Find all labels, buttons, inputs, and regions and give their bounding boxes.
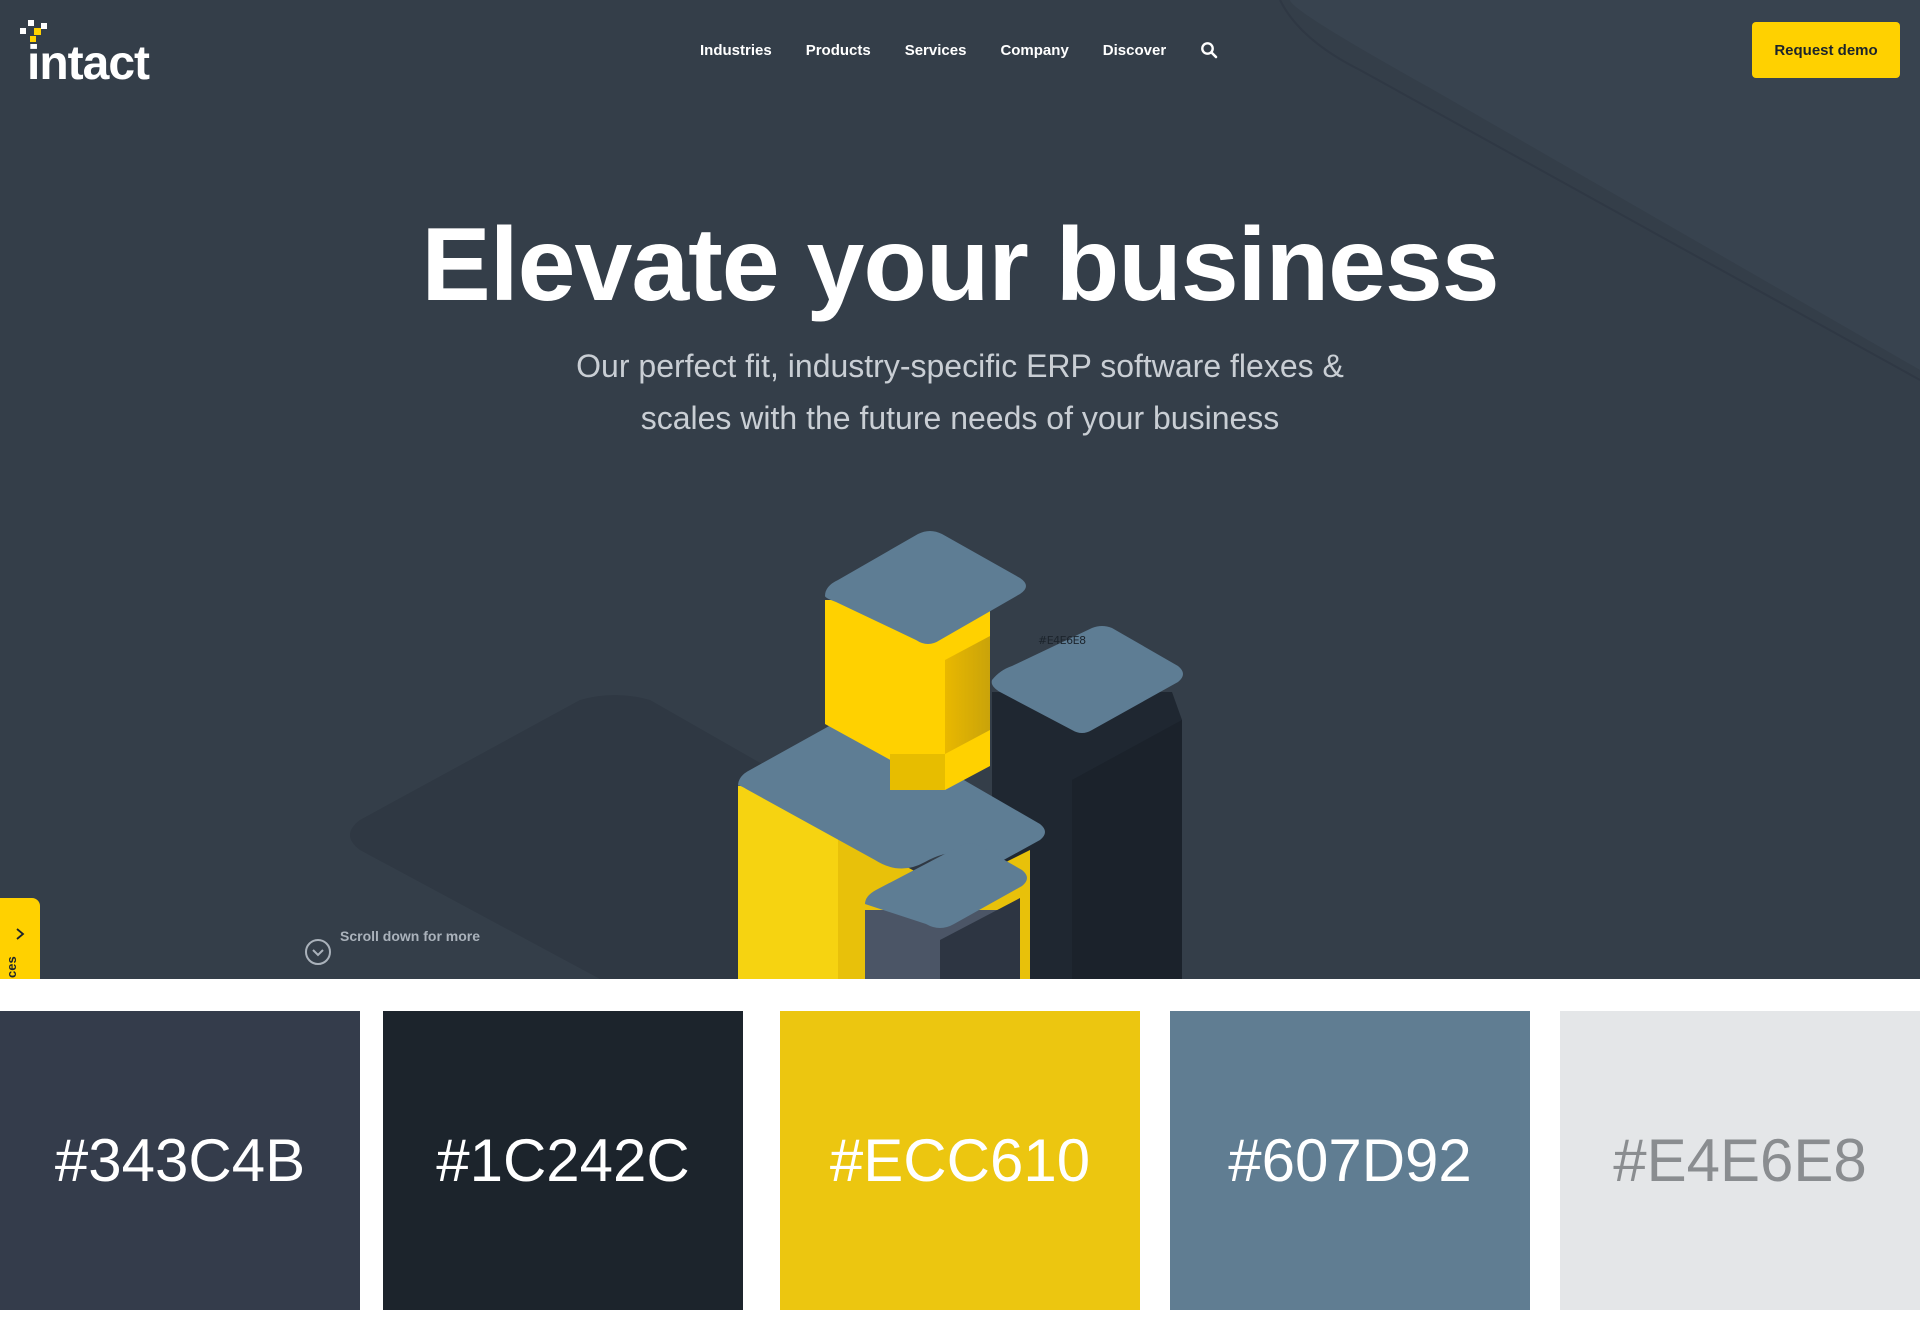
intact-logo[interactable]: intact [20, 20, 160, 90]
nav-item-services[interactable]: Services [905, 42, 967, 59]
search-icon[interactable] [1200, 41, 1218, 59]
nav-item-industries[interactable]: Industries [700, 42, 772, 59]
illustration-hex-tag: #E4E6E8 [1038, 634, 1086, 647]
main-nav: Industries Products Services Company Dis… [700, 38, 1218, 62]
scroll-down-hint[interactable]: Scroll down for more [304, 928, 480, 966]
side-tab-resources[interactable]: ces [0, 898, 40, 979]
nav-item-discover[interactable]: Discover [1103, 42, 1166, 59]
swatch-label: #607D92 [1228, 1127, 1472, 1194]
color-swatch-4: #607D92 [1170, 1011, 1530, 1310]
request-demo-button[interactable]: Request demo [1752, 22, 1900, 78]
logo-wordmark: intact [27, 37, 150, 90]
hero-title: Elevate your business [421, 207, 1499, 323]
color-swatch-3: #ECC610 [780, 1011, 1140, 1310]
swatch-label: #E4E6E8 [1613, 1127, 1867, 1194]
color-swatch-5: #E4E6E8 [1560, 1011, 1920, 1310]
swatch-label: #343C4B [54, 1127, 306, 1194]
side-tab-label: ces [4, 956, 19, 978]
hero-subtitle-line-2: scales with the future needs of your bus… [640, 400, 1280, 436]
color-swatch-1: #343C4B [0, 1011, 360, 1310]
nav-item-company[interactable]: Company [1000, 42, 1068, 59]
color-swatch-2: #1C242C [383, 1011, 743, 1310]
hero-subtitle: Our perfect fit, industry-specific ERP s… [460, 340, 1460, 444]
swatch-label: #ECC610 [829, 1127, 1091, 1194]
swatch-label: #1C242C [436, 1127, 690, 1194]
hero-subtitle-line-1: Our perfect fit, industry-specific ERP s… [576, 348, 1344, 384]
scroll-down-label: Scroll down for more [340, 928, 481, 944]
hero-section: intact Industries Products Services Comp… [0, 0, 1920, 979]
nav-item-products[interactable]: Products [806, 42, 871, 59]
chevron-down-circle-icon [305, 939, 331, 965]
chevron-right-icon [16, 928, 25, 940]
isometric-blocks-illustration [738, 531, 1183, 979]
